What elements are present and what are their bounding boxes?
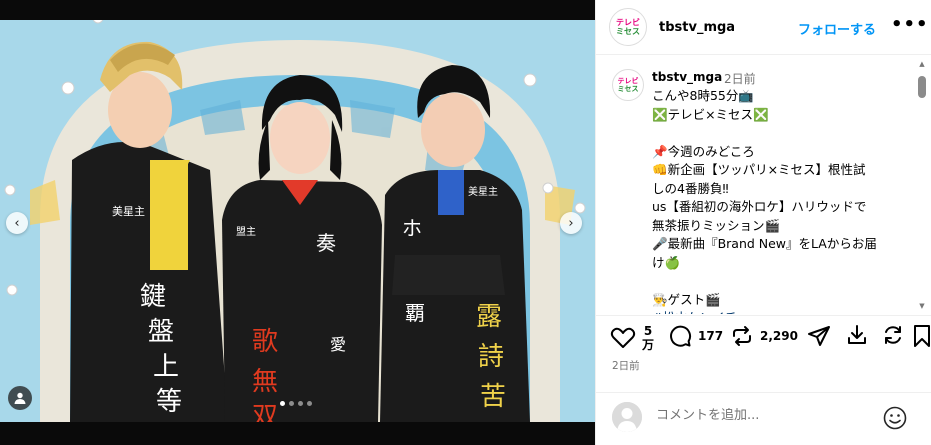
tbs-logo-icon: テレビ ミセス <box>616 18 640 36</box>
carousel-dot <box>289 401 294 406</box>
svg-text:愛: 愛 <box>330 335 346 354</box>
caption-line: 🎤最新曲『Brand New』をLAからお届 <box>652 236 877 251</box>
refresh-icon <box>885 326 901 344</box>
instagram-post-modal: 美星主 鍵 盤 上 等 盟主 奏 愛 歌 無 双 美星主 露 詩 苦 ホ 覇 ‹… <box>0 0 931 445</box>
post-photo[interactable]: 美星主 鍵 盤 上 等 盟主 奏 愛 歌 無 双 美星主 露 詩 苦 ホ 覇 <box>0 20 595 422</box>
photo-illustration: 美星主 鍵 盤 上 等 盟主 奏 愛 歌 無 双 美星主 露 詩 苦 ホ 覇 <box>0 20 595 422</box>
caption-text: こんや8時55分📺 ❎テレビ×ミセス❎ 📌今週のみどころ 👊新企画【ツッパリ×ミセス】… <box>652 87 910 314</box>
svg-text:苦: 苦 <box>480 382 506 412</box>
like-button[interactable]: 5 万 <box>610 324 654 352</box>
send-icon <box>808 326 830 346</box>
chest-text-right: 美星主 <box>468 185 498 198</box>
comment-count[interactable]: 177 <box>698 329 723 343</box>
caption-line: 📌今週のみどころ <box>652 143 755 159</box>
post-header: テレビ ミセス tbstv_mga <box>596 0 931 55</box>
carousel-prev-button[interactable]: ‹ <box>6 212 28 234</box>
action-bar: 5 万 177 2,290 <box>596 315 931 360</box>
caption-line: 👊新企画【ツッパリ×ミセス】根性試 <box>652 162 866 177</box>
more-options-icon[interactable]: ••• <box>891 14 929 35</box>
svg-text:歌: 歌 <box>252 327 278 357</box>
caption-line: こんや8時55分📺 <box>652 88 754 103</box>
caption-line: 👨‍🍳ゲスト🎬 <box>652 291 721 307</box>
download-icon <box>848 325 866 344</box>
repost-button[interactable]: 2,290 <box>730 324 798 348</box>
follow-button[interactable]: フォローする <box>798 19 876 38</box>
emoji-icon <box>883 406 907 430</box>
comment-composer <box>596 392 931 445</box>
repost-count[interactable]: 2,290 <box>760 329 798 343</box>
comment-button[interactable]: 177 <box>668 324 723 348</box>
like-count[interactable]: 5 万 <box>642 324 654 352</box>
scroll-down-icon[interactable]: ▼ <box>918 302 926 310</box>
right-jacket-text: 露 詩 苦 <box>476 302 506 412</box>
refresh-button[interactable] <box>882 324 904 346</box>
carousel-dot <box>307 401 312 406</box>
repost-icon <box>733 326 751 346</box>
heart-icon <box>610 327 636 348</box>
caption-author-avatar[interactable]: テレビ ミセス <box>612 69 644 101</box>
carousel-dots <box>280 401 312 406</box>
svg-text:無: 無 <box>252 367 278 397</box>
download-button[interactable] <box>846 324 868 346</box>
user-icon <box>14 392 26 404</box>
svg-text:等: 等 <box>156 387 182 417</box>
post-side-panel: テレビ ミセス tbstv_mga フォローする ••• テレビ ミセス tbs… <box>595 0 931 445</box>
chest-text-left: 美星主 <box>112 205 145 218</box>
tbs-logo-icon: テレビ ミセス <box>617 77 639 93</box>
share-button[interactable] <box>807 324 831 348</box>
svg-text:覇: 覇 <box>405 301 425 325</box>
svg-text:上: 上 <box>153 352 179 382</box>
caption-line: ❎テレビ×ミセス❎ <box>652 106 769 122</box>
bookmark-icon <box>914 325 930 347</box>
caption-timestamp[interactable]: 2日前 <box>724 70 756 87</box>
center-jacket-text: 歌 無 双 <box>252 327 278 422</box>
emoji-button[interactable] <box>882 405 908 435</box>
arm-text: 奏 <box>316 231 336 255</box>
svg-text:盤: 盤 <box>148 317 174 347</box>
chest-text-center: 盟主 <box>236 226 256 238</box>
caption-line: け🍏 <box>652 254 681 270</box>
current-user-avatar <box>612 402 642 432</box>
caption-line: us【番組初の海外ロケ】ハリウッドで <box>652 199 867 214</box>
carousel-dot <box>298 401 303 406</box>
comment-input[interactable] <box>656 408 866 423</box>
svg-text:双: 双 <box>252 402 278 422</box>
media-pane: 美星主 鍵 盤 上 等 盟主 奏 愛 歌 無 双 美星主 露 詩 苦 ホ 覇 ‹… <box>0 0 595 445</box>
carousel-next-button[interactable]: › <box>560 212 582 234</box>
caption-username[interactable]: tbstv_mga <box>652 70 722 84</box>
tagged-people-button[interactable] <box>8 386 32 410</box>
save-button[interactable] <box>912 324 931 348</box>
comment-icon <box>670 325 692 347</box>
carousel-dot <box>280 401 285 406</box>
post-date[interactable]: 2日前 <box>612 358 640 373</box>
svg-text:露: 露 <box>476 302 502 332</box>
author-username[interactable]: tbstv_mga <box>659 20 735 35</box>
caption-line[interactable]: #松山ケンイチ <box>652 309 910 314</box>
svg-text:詩: 詩 <box>478 342 504 372</box>
scroll-up-icon[interactable]: ▲ <box>918 60 926 68</box>
comments-area: テレビ ミセス tbstv_mga 2日前 こんや8時55分📺 ❎テレビ×ミセス❎… <box>596 56 931 314</box>
svg-text:鍵: 鍵 <box>140 282 166 312</box>
caption-line: 無茶振りミッション🎬 <box>652 217 781 233</box>
caption-line: しの4番勝負‼ <box>652 180 729 196</box>
author-avatar[interactable]: テレビ ミセス <box>609 8 647 46</box>
scrollbar-thumb[interactable] <box>918 76 926 98</box>
user-icon <box>612 402 642 432</box>
svg-text:ホ: ホ <box>402 216 422 240</box>
